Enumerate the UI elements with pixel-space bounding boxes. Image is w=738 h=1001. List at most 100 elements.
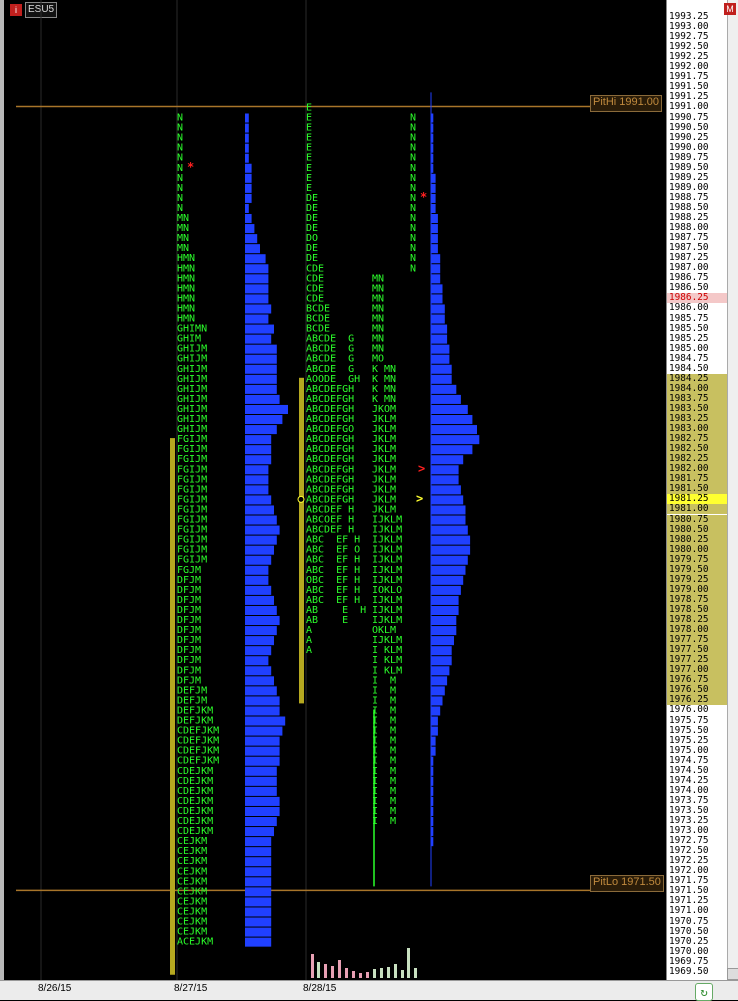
volume-bar [245,907,272,917]
red-star-marker: * [187,160,194,174]
volume-bar [245,324,274,334]
volume-bar [431,666,450,676]
volume-bar [431,113,434,123]
volume-bar [431,555,468,565]
volume-bar [245,646,272,656]
volume-bar [245,736,280,746]
volume-bar [431,374,452,384]
volume-bar [245,857,272,867]
vertical-scrollbar[interactable] [727,0,738,980]
volume-histogram-bar [352,971,355,978]
volume-bar [431,394,461,404]
volume-bar [245,344,277,354]
volume-bar [245,746,280,756]
volume-bar [431,344,450,354]
volume-bar [245,796,280,806]
tpo-row: ACEJKM [177,937,213,948]
volume-bar [245,605,277,615]
volume-bar [245,676,274,686]
volume-bar [245,183,252,193]
volume-histogram-bar [324,964,327,978]
volume-bar [245,525,280,535]
volume-bar [245,877,272,887]
refresh-icon[interactable]: ↻ [695,983,713,1001]
volume-bar [431,716,438,726]
volume-bar [431,254,441,264]
menu-button[interactable]: M [724,3,736,15]
date-label-2: 8/27/15 [174,983,208,994]
volume-bar [245,786,277,796]
volume-bar [245,806,280,816]
price-tick: 1969.50 [669,965,709,977]
value-area-bar-2 [299,377,304,704]
value-area-bar-1 [170,438,175,975]
pit-high-label: PitHi 1991.00 [590,95,663,112]
volume-bar [431,304,445,314]
scroll-down-button[interactable] [727,968,738,980]
volume-bar [431,193,436,203]
volume-bar [245,585,272,595]
volume-bar [245,485,269,495]
volume-bar [431,364,452,374]
volume-bar [431,786,434,796]
volume-bar [245,113,249,123]
volume-bar [431,575,464,585]
volume-histogram-bar [387,967,390,978]
price-tick: 1975.75 [669,714,709,726]
price-tick: 1991.00 [669,101,709,113]
volume-bar [245,384,277,394]
volume-bar [431,676,448,686]
volume-bar [245,545,274,555]
volume-histogram-bar [317,962,320,978]
volume-bar [245,817,277,827]
volume-histogram-bar [394,964,397,978]
volume-histogram-bar [359,973,362,978]
volume-bar [431,726,438,736]
price-tick: 1980.75 [667,514,729,525]
volume-bar [245,827,274,837]
volume-bar [245,837,272,847]
volume-bar [431,435,480,445]
volume-bar [245,656,269,666]
volume-bar [245,565,269,575]
volume-bar [431,143,434,153]
volume-histogram-bar [401,970,404,978]
price-tick: 1990.75 [669,111,709,123]
volume-bar [245,636,274,646]
volume-bar [245,515,277,525]
volume-bar [431,706,441,716]
volume-bar [431,535,471,545]
volume-bar [245,867,272,877]
volume-bar [431,425,477,435]
volume-bar [245,616,280,626]
volume-bar [431,565,466,575]
volume-bar [245,626,277,636]
volume-bar [245,153,249,163]
volume-bar [245,666,272,676]
volume-bar [245,535,277,545]
price-tick: 1976.00 [669,704,709,716]
volume-bar [245,214,252,224]
price-tick: 1970.75 [669,915,709,927]
volume-bar [245,887,272,897]
volume-bar [431,475,459,485]
price-axis[interactable]: 1993.25 1993.00 1992.75 1992.50 1992.25 1992.… [666,0,738,980]
volume-bar [431,827,434,837]
volume-bar [431,123,434,133]
volume-bar [431,636,454,646]
volume-bar [245,254,266,264]
volume-bar [431,817,434,827]
volume-bar [431,314,445,324]
volume-bar [431,545,471,555]
market-profile-chart[interactable]: i ESU5 N N N N N N N N N N MN MN MN MN HMN HMN HMN HMN HMN… [0,0,666,980]
volume-histogram-bar [331,966,334,978]
volume-bar [245,425,277,435]
volume-bar [245,234,258,244]
volume-bar [245,354,277,364]
price-tick: 1985.75 [669,312,709,324]
date-axis: 8/26/15 8/27/15 8/28/15 ↻ [0,980,738,1001]
volume-bar [245,706,280,716]
volume-bar [245,897,272,907]
volume-bar [431,485,461,495]
volume-bar [245,143,249,153]
